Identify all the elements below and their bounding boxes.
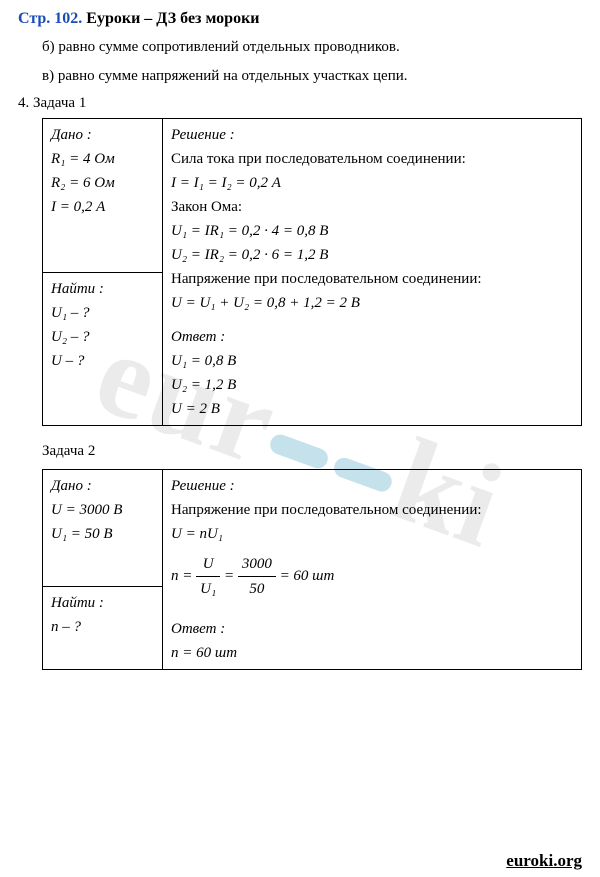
fraction: U U₁ <box>196 552 220 601</box>
solution-line: Напряжение при последовательном соединен… <box>171 498 573 522</box>
given-line: I = 0,2 А <box>51 195 154 219</box>
title-rest: Еуроки – ДЗ без мороки <box>82 10 259 27</box>
task1-find-cell: Найти : U₁ – ? U₂ – ? U – ? <box>43 272 163 426</box>
task2-table: Дано : U = 3000 В U₁ = 50 В Решение : На… <box>42 469 582 670</box>
frac-eq: = <box>224 567 238 583</box>
answer-header: Ответ : <box>171 325 573 349</box>
find-line: n – ? <box>51 615 154 639</box>
answer-b: б) равно сумме сопротивлений отдельных п… <box>42 36 582 59</box>
find-line: U₁ – ? <box>51 301 154 325</box>
find-line: U – ? <box>51 349 154 373</box>
frac-tail: = 60 шт <box>280 567 335 583</box>
task2-label: Задача 2 <box>42 440 582 463</box>
answer-line: U₂ = 1,2 В <box>171 373 573 397</box>
answer-line: U = 2 В <box>171 397 573 421</box>
solution-line: Закон Ома: <box>171 195 573 219</box>
task1-label: 4. Задача 1 <box>18 95 582 112</box>
solution-line: U = U₁ + U₂ = 0,8 + 1,2 = 2 В <box>171 291 573 315</box>
solution-header: Решение : <box>171 123 573 147</box>
find-header: Найти : <box>51 591 154 615</box>
given-header: Дано : <box>51 123 154 147</box>
solution-line: U₂ = IR₂ = 0,2 · 6 = 1,2 В <box>171 243 573 267</box>
task1-table: Дано : R₁ = 4 Ом R₂ = 6 Ом I = 0,2 А Реш… <box>42 118 582 426</box>
fraction: 3000 50 <box>238 552 276 601</box>
frac-num: U <box>196 552 220 577</box>
find-line: U₂ – ? <box>51 325 154 349</box>
answer-line: U₁ = 0,8 В <box>171 349 573 373</box>
frac-den: 50 <box>238 577 276 601</box>
frac-lead: n = <box>171 567 196 583</box>
title-page-ref: Стр. 102. <box>18 10 82 27</box>
given-line: R₂ = 6 Ом <box>51 171 154 195</box>
answer-v: в) равно сумме напряжений на отдельных у… <box>42 65 582 88</box>
find-header: Найти : <box>51 277 154 301</box>
page-content: Стр. 102. Еуроки – ДЗ без мороки б) равн… <box>0 0 600 670</box>
solution-header: Решение : <box>171 474 573 498</box>
frac-num: 3000 <box>238 552 276 577</box>
solution-fraction-line: n = U U₁ = 3000 50 = 60 шт <box>171 552 573 601</box>
task1-given-cell: Дано : R₁ = 4 Ом R₂ = 6 Ом I = 0,2 А <box>43 119 163 273</box>
task2-find-cell: Найти : n – ? <box>43 586 163 669</box>
answer-line: n = 60 шт <box>171 641 573 665</box>
solution-line: Напряжение при последовательном соединен… <box>171 267 573 291</box>
footer-link[interactable]: euroki.org <box>506 851 582 871</box>
frac-den: U₁ <box>196 577 220 601</box>
given-line: R₁ = 4 Ом <box>51 147 154 171</box>
given-line: U = 3000 В <box>51 498 154 522</box>
solution-line: U₁ = IR₁ = 0,2 · 4 = 0,8 В <box>171 219 573 243</box>
answer-header: Ответ : <box>171 617 573 641</box>
given-line: U₁ = 50 В <box>51 522 154 546</box>
task1-solution-cell: Решение : Сила тока при последовательном… <box>163 119 582 426</box>
solution-line: Сила тока при последовательном соединени… <box>171 147 573 171</box>
task2-solution-cell: Решение : Напряжение при последовательно… <box>163 469 582 669</box>
task2-given-cell: Дано : U = 3000 В U₁ = 50 В <box>43 469 163 586</box>
given-header: Дано : <box>51 474 154 498</box>
solution-line: U = nU₁ <box>171 522 573 546</box>
solution-line: I = I₁ = I₂ = 0,2 А <box>171 171 573 195</box>
page-title: Стр. 102. Еуроки – ДЗ без мороки <box>18 10 582 28</box>
